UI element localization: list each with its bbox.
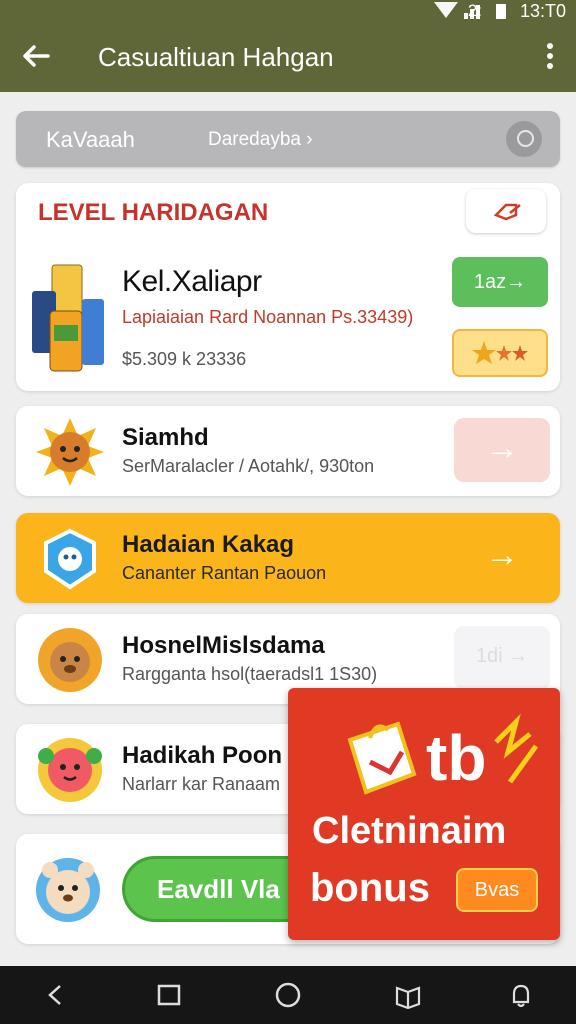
- level-card: LEVEL HARIDAGAN Kel.Xaliapr Lapiaiaian R…: [16, 183, 560, 391]
- arrow-button[interactable]: →: [454, 418, 550, 482]
- tag-icon: [493, 203, 521, 221]
- shield-icon: [44, 528, 96, 590]
- product-description: Lapiaiaian Rard Noannan Ps.33439): [122, 307, 414, 327]
- product-name: Kel.Xaliapr: [122, 265, 262, 298]
- bonus-promo[interactable]: tb Cletninaim bonus Bvas: [288, 688, 560, 940]
- search-bar[interactable]: KaVaaah Daredayba ›: [16, 111, 560, 167]
- promo-graphic-text: tb: [426, 722, 486, 794]
- level-heading: LEVEL HARIDAGAN: [38, 199, 269, 226]
- search-icon[interactable]: [506, 121, 542, 157]
- back-arrow-icon[interactable]: [18, 38, 54, 74]
- battery-icon: [496, 4, 506, 19]
- lion-icon: [38, 628, 102, 692]
- list-item-highlighted[interactable]: Hadaian Kakag Cananter Rantan Paouon →: [16, 513, 560, 603]
- arrow-button[interactable]: 1di →: [454, 626, 550, 690]
- product-price: $5.309 k 23336: [122, 349, 247, 369]
- nav-recents-icon[interactable]: [154, 980, 184, 1010]
- item-subtitle: Narlarr kar Ranaam: [122, 774, 281, 794]
- pin-button[interactable]: [466, 189, 546, 233]
- promo-subtitle: bonus: [310, 866, 430, 910]
- item-title: Hadaian Kakag: [122, 531, 295, 558]
- promo-title: Cletninaim: [312, 810, 507, 852]
- wifi-icon: [434, 2, 458, 18]
- nav-home-icon[interactable]: [273, 980, 303, 1010]
- more-options-icon[interactable]: [544, 40, 556, 74]
- nav-book-icon[interactable]: [393, 980, 423, 1010]
- product-image: [32, 264, 104, 372]
- item-title: Siamhd: [122, 424, 209, 451]
- item-title: Hadikah Poon: [122, 742, 283, 769]
- promo-badge-button[interactable]: Bvas: [456, 868, 538, 912]
- system-nav-bar: [0, 966, 576, 1024]
- arrow-button[interactable]: →: [454, 525, 550, 589]
- bear-icon: [36, 858, 100, 922]
- search-label: KaVaaah: [46, 127, 135, 152]
- signal-label: 2:: [467, 1, 482, 20]
- breadcrumb[interactable]: Daredayba ›: [208, 129, 313, 151]
- item-subtitle: Cananter Rantan Paouon: [122, 563, 327, 583]
- creature-icon: [38, 738, 102, 802]
- list-item[interactable]: Siamhd SerMaralacler / Aotahk/, 930ton →: [16, 406, 560, 496]
- sun-icon: [36, 418, 104, 486]
- item-title: HosnelMislsdama: [122, 632, 325, 659]
- go-button[interactable]: 1az→: [452, 257, 548, 307]
- item-subtitle: Rargganta hsol(taeradsl1 1S30): [122, 664, 378, 684]
- status-bar: 2: 13:T0: [0, 0, 576, 24]
- page-title: Casualtiuan Hahgan: [98, 42, 334, 72]
- clock: 13:T0: [519, 1, 566, 21]
- gift-bag-icon: tb: [347, 713, 539, 795]
- app-bar: Casualtiuan Hahgan: [0, 24, 576, 92]
- stars-icon: [472, 341, 528, 364]
- nav-back-icon[interactable]: [40, 980, 70, 1010]
- rating-button[interactable]: [452, 329, 548, 377]
- nav-bell-icon[interactable]: [506, 980, 536, 1010]
- item-subtitle: SerMaralacler / Aotahk/, 930ton: [122, 456, 375, 476]
